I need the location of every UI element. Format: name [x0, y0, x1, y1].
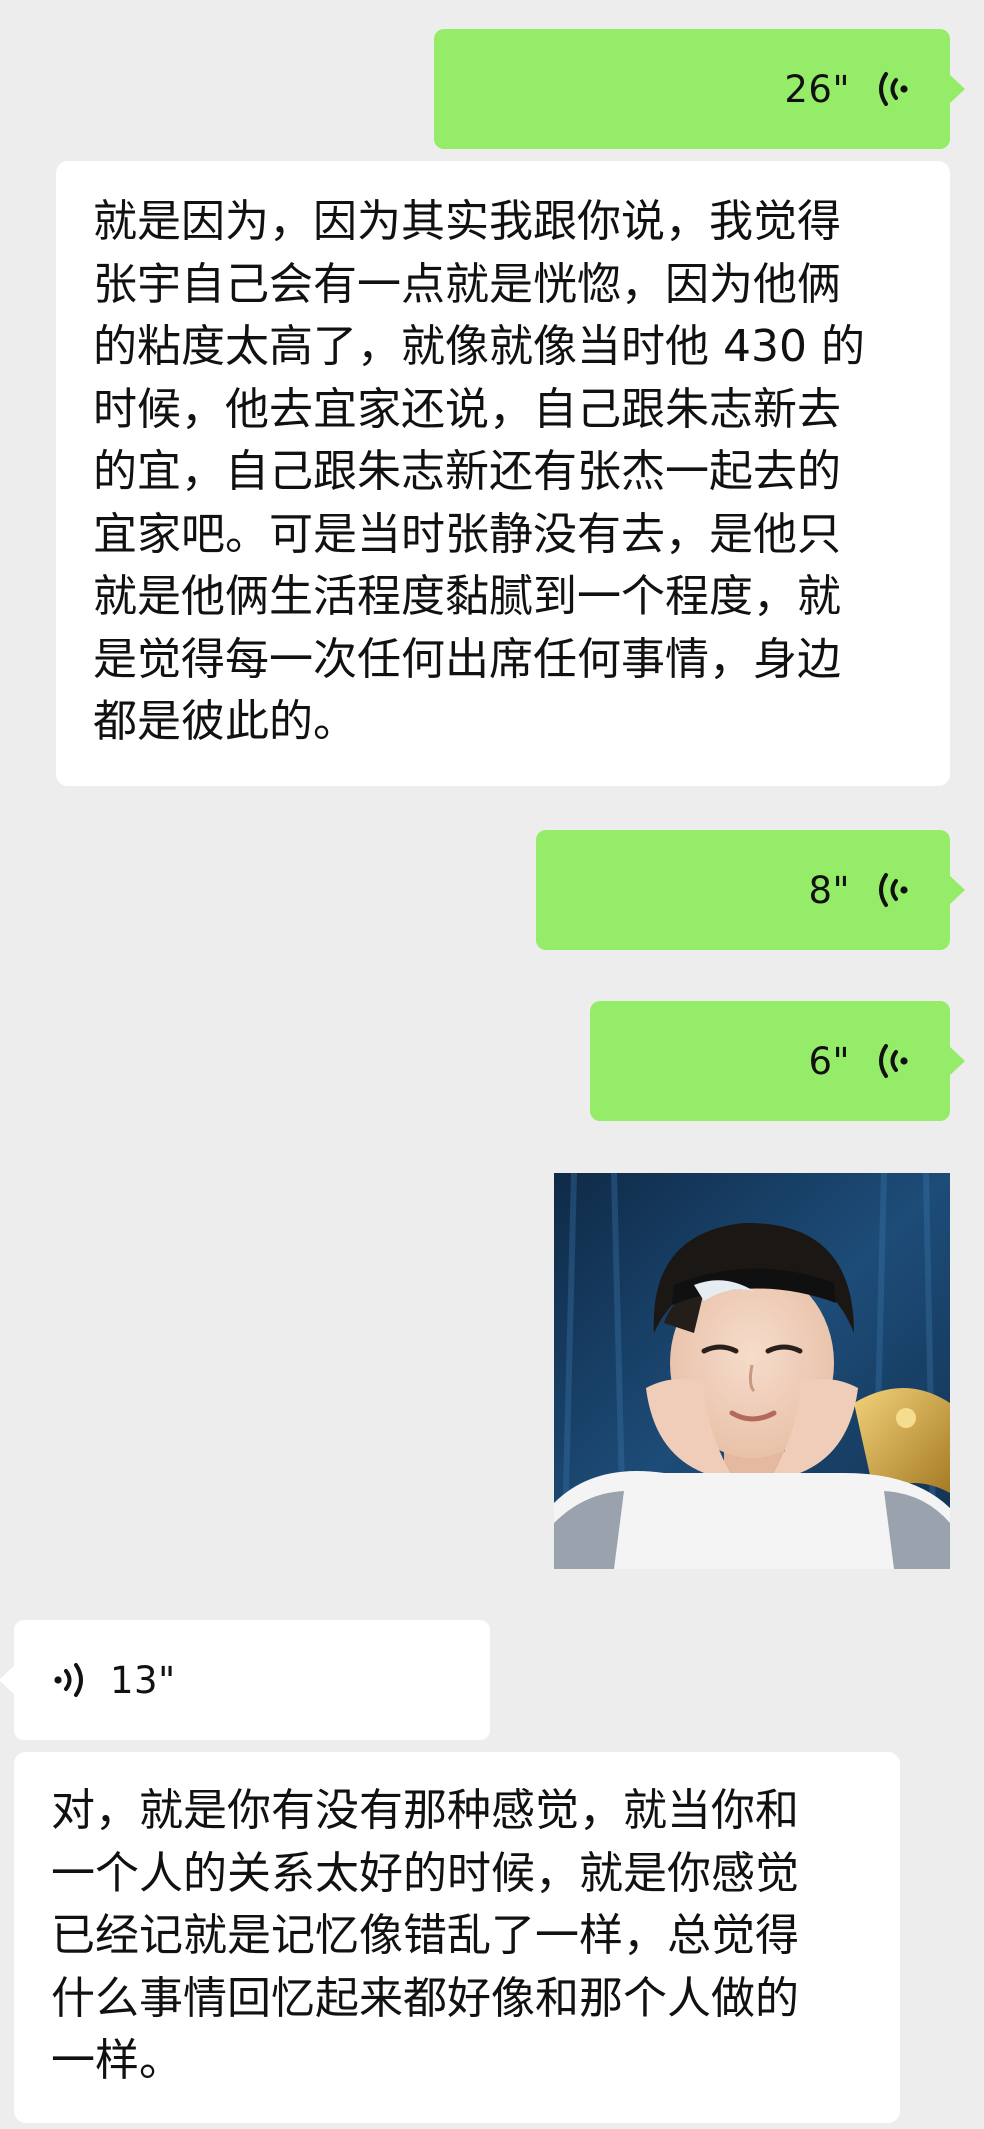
voice-duration: 6"	[808, 1039, 850, 1083]
voice-wave-incoming-icon	[54, 1663, 83, 1697]
text-message-incoming[interactable]: 对，就是你有没有那种感觉，就当你和 一个人的关系太好的时候，就是你感觉 已经记就…	[14, 1752, 900, 2123]
image-message-outgoing[interactable]	[554, 1173, 950, 1569]
voice-message-content: 26"	[784, 29, 910, 149]
message-text: 对，就是你有没有那种感觉，就当你和 一个人的关系太好的时候，就是你感觉 已经记就…	[51, 1785, 799, 2086]
voice-message-outgoing[interactable]: 26"	[434, 29, 965, 149]
voice-duration: 13"	[110, 1658, 176, 1702]
voice-wave-outgoing-icon	[879, 72, 908, 106]
voice-message-content: 8"	[808, 830, 910, 950]
voice-wave-outgoing-icon	[879, 873, 908, 907]
voice-wave-outgoing-icon	[879, 1044, 908, 1078]
voice-message-content: 6"	[808, 1001, 910, 1121]
photo-boy-portrait	[554, 1173, 950, 1569]
text-message-incoming[interactable]: 就是因为，因为其实我跟你说，我觉得 张宇自己会有一点就是恍惚，因为他俩 的粘度太…	[56, 161, 950, 786]
voice-message-outgoing[interactable]: 6"	[590, 1001, 965, 1121]
voice-duration: 26"	[784, 67, 850, 111]
voice-duration: 8"	[808, 868, 850, 912]
voice-message-outgoing[interactable]: 8"	[536, 830, 965, 950]
voice-message-content: 13"	[52, 1620, 176, 1740]
message-text: 就是因为，因为其实我跟你说，我觉得 张宇自己会有一点就是恍惚，因为他俩 的粘度太…	[93, 196, 865, 747]
voice-message-incoming[interactable]: 13"	[0, 1620, 490, 1740]
